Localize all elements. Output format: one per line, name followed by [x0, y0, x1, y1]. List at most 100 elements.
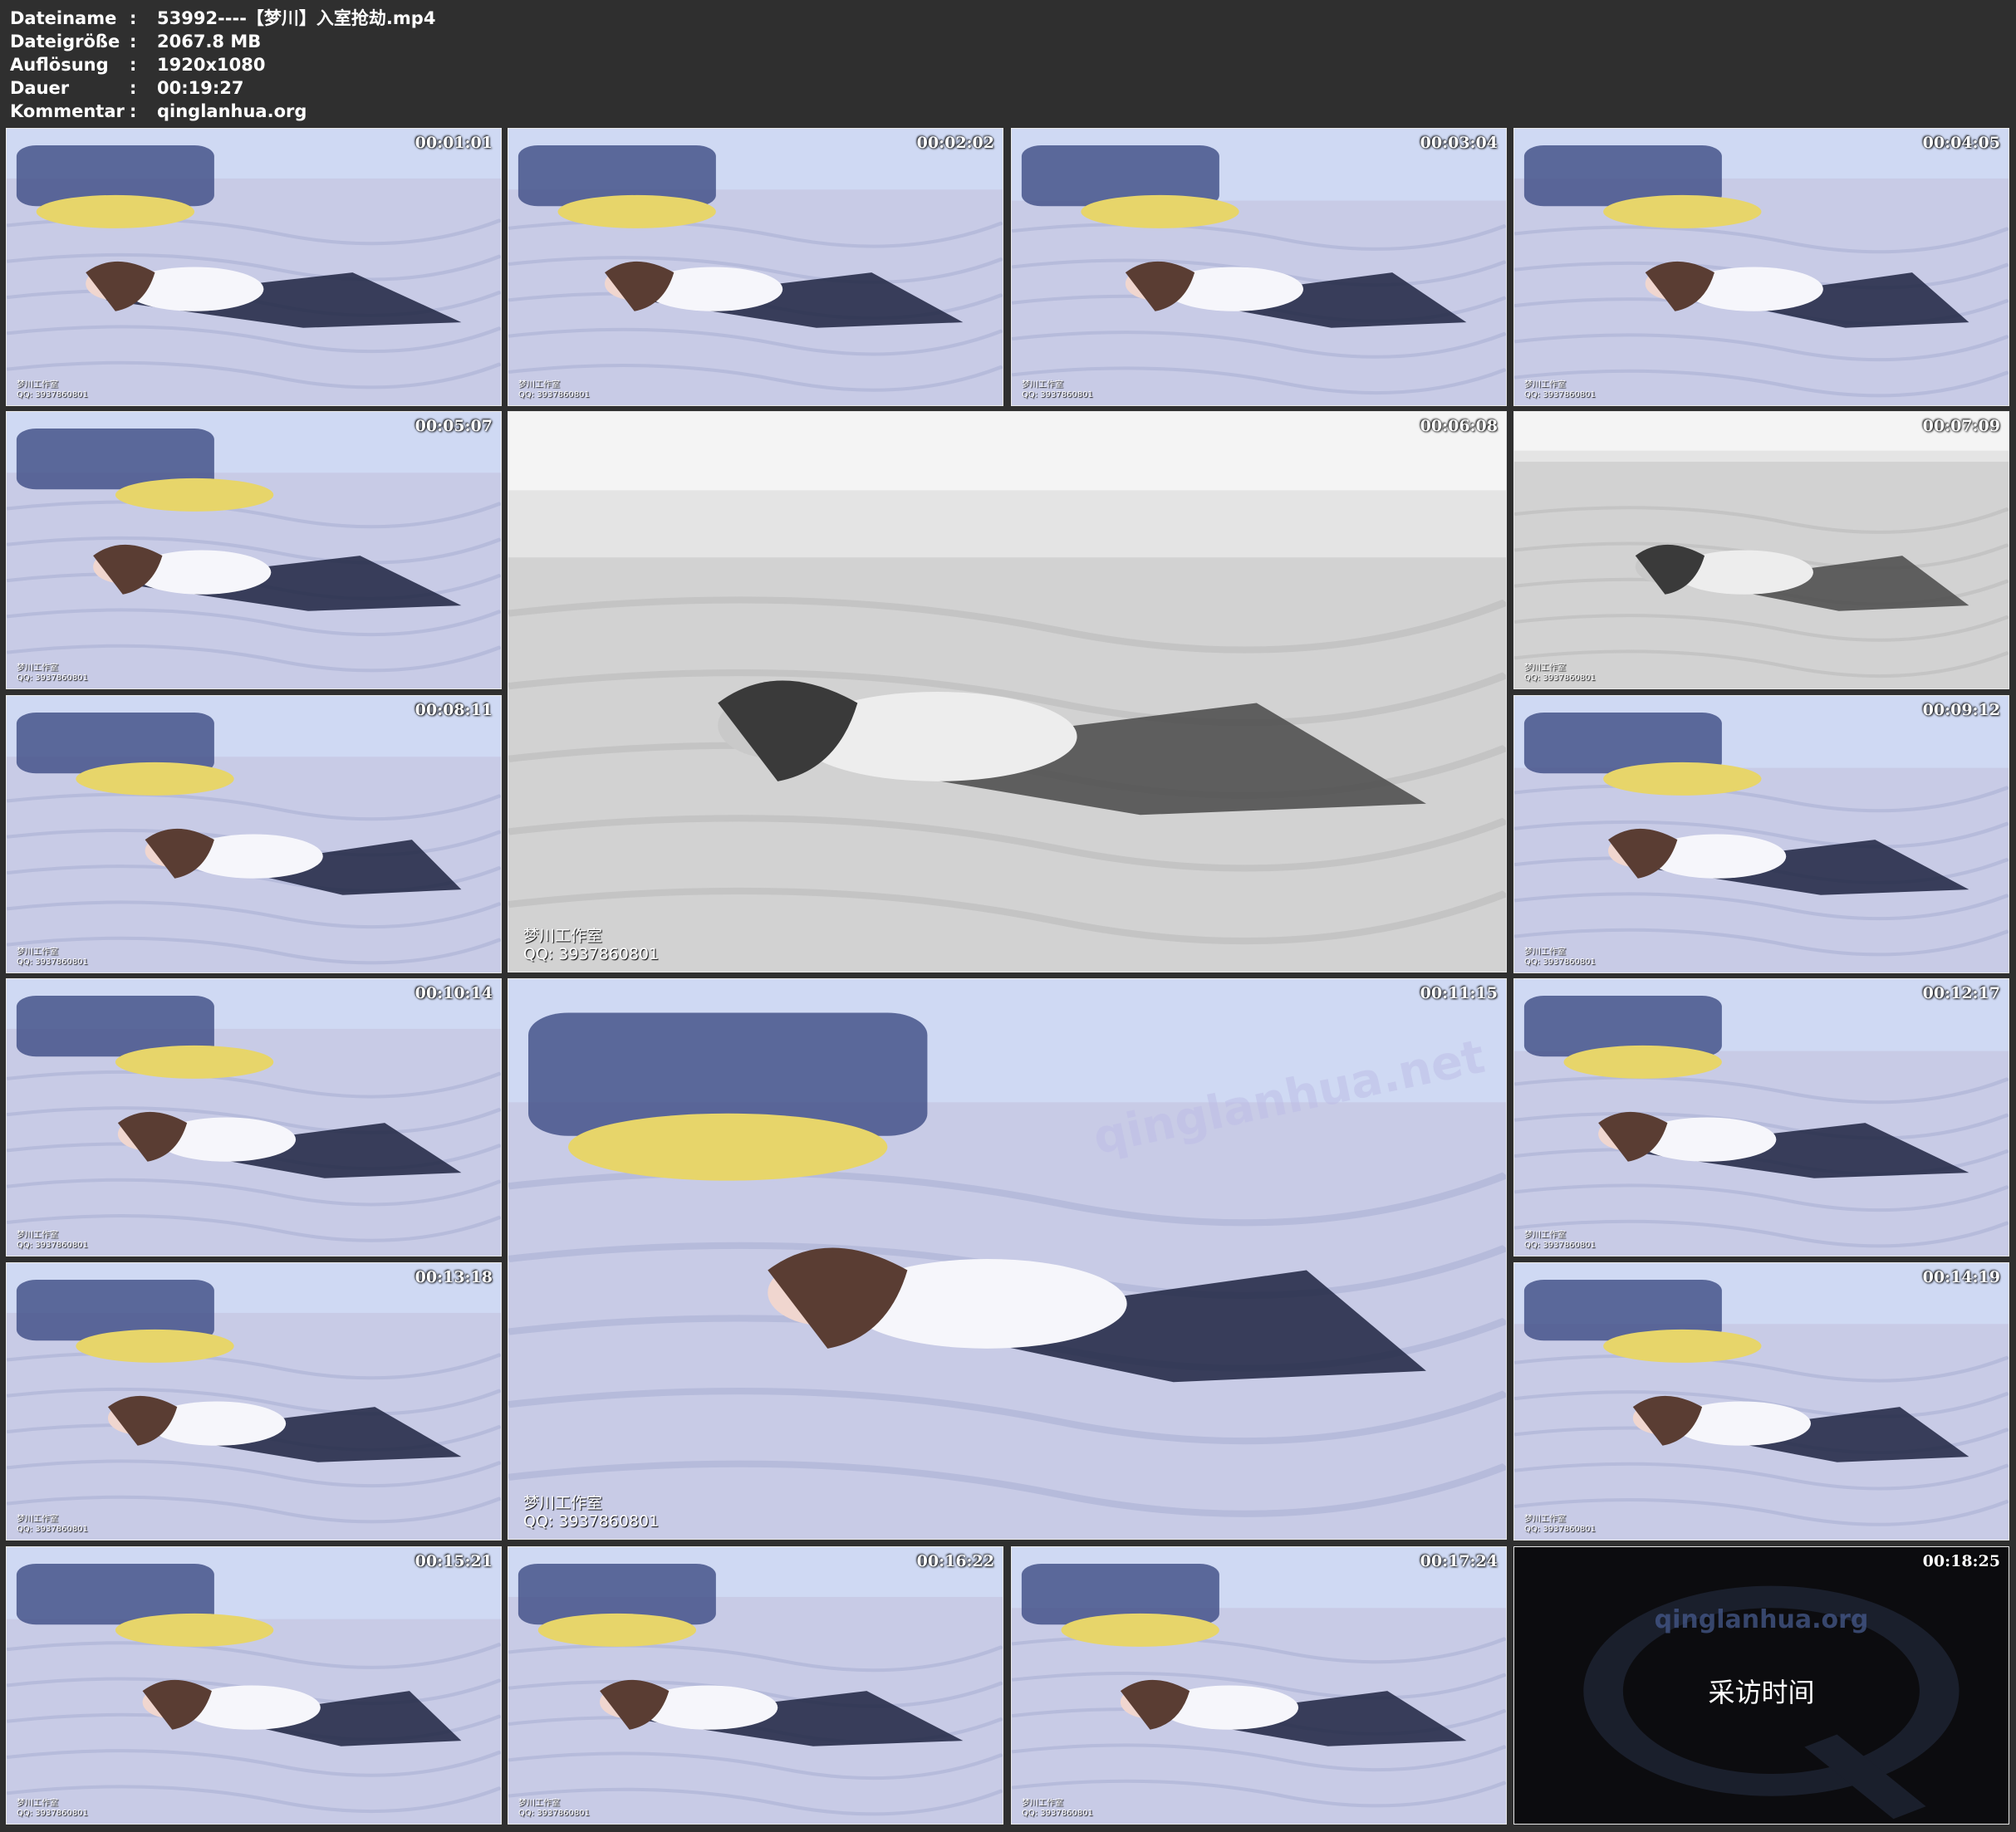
- frame-image: [7, 1547, 501, 1824]
- studio-name: 梦川工作室: [17, 1799, 58, 1808]
- studio-qq: QQ: 3937860801: [523, 1512, 660, 1531]
- frame-image: [1514, 129, 2009, 405]
- studio-watermark: 梦川工作室 QQ: 3937860801: [17, 1515, 88, 1535]
- video-thumbnail[interactable]: 梦川工作室 QQ: 3937860801 00:08:11: [6, 695, 502, 973]
- video-thumbnail[interactable]: 梦川工作室 QQ: 3937860801 qinglanhua.net 00:11:1…: [508, 978, 1507, 1540]
- frame-image: [1012, 1547, 1506, 1824]
- studio-name: 梦川工作室: [1524, 948, 1566, 957]
- info-value: 53992----【梦川】入室抢劫.mp4: [157, 8, 436, 28]
- timestamp: 00:05:07: [414, 417, 493, 435]
- studio-name: 梦川工作室: [1022, 380, 1063, 389]
- frame-image: [7, 412, 501, 688]
- studio-qq: QQ: 3937860801: [17, 958, 88, 967]
- studio-name: 梦川工作室: [518, 380, 560, 389]
- studio-name: 梦川工作室: [518, 1799, 560, 1808]
- studio-watermark: 梦川工作室 QQ: 3937860801: [17, 1799, 88, 1819]
- timestamp: 00:13:18: [414, 1268, 493, 1286]
- studio-watermark: 梦川工作室 QQ: 3937860801: [523, 927, 659, 963]
- studio-qq: QQ: 3937860801: [1022, 390, 1093, 399]
- studio-watermark: 梦川工作室 QQ: 3937860801: [17, 664, 88, 683]
- frame-image: [508, 1547, 1003, 1824]
- video-thumbnail[interactable]: 梦川工作室 QQ: 3937860801 00:10:14: [6, 978, 502, 1256]
- timestamp: 00:04:05: [1922, 134, 2000, 152]
- video-thumbnail[interactable]: 梦川工作室 QQ: 3937860801 00:07:09: [1513, 411, 2009, 689]
- studio-watermark: 梦川工作室 QQ: 3937860801: [518, 380, 590, 400]
- video-thumbnail[interactable]: 梦川工作室 QQ: 3937860801 00:03:04: [1011, 128, 1507, 406]
- info-separator: :: [130, 55, 137, 75]
- studio-qq: QQ: 3937860801: [17, 1241, 88, 1250]
- timestamp: 00:09:12: [1922, 701, 2000, 719]
- studio-qq: QQ: 3937860801: [518, 390, 590, 399]
- timestamp: 00:12:17: [1922, 984, 2000, 1002]
- studio-name: 梦川工作室: [17, 948, 58, 957]
- frame-image: [7, 979, 501, 1256]
- timestamp: 00:06:08: [1420, 417, 1498, 435]
- video-thumbnail[interactable]: 梦川工作室 QQ: 3937860801 00:13:18: [6, 1262, 502, 1541]
- video-thumbnail[interactable]: 梦川工作室 QQ: 3937860801 00:15:21: [6, 1546, 502, 1825]
- studio-qq: QQ: 3937860801: [518, 1809, 590, 1818]
- timestamp: 00:14:19: [1922, 1268, 2000, 1286]
- timestamp: 00:07:09: [1922, 417, 2000, 435]
- studio-qq: QQ: 3937860801: [1524, 674, 1596, 683]
- timestamp: 00:10:14: [414, 984, 493, 1002]
- end-card-title: 采访时间: [1708, 1677, 1815, 1708]
- studio-qq: QQ: 3937860801: [1022, 1809, 1093, 1818]
- video-thumbnail[interactable]: 梦川工作室 QQ: 3937860801 00:12:17: [1513, 978, 2009, 1256]
- info-separator: :: [130, 78, 137, 98]
- studio-name: 梦川工作室: [17, 1515, 58, 1524]
- video-thumbnail[interactable]: 梦川工作室 QQ: 3937860801 00:17:24: [1011, 1546, 1507, 1825]
- info-separator: :: [130, 101, 137, 121]
- studio-name: 梦川工作室: [1524, 380, 1566, 389]
- studio-watermark: 梦川工作室 QQ: 3937860801: [17, 948, 88, 967]
- studio-qq: QQ: 3937860801: [1524, 1241, 1596, 1250]
- video-thumbnail[interactable]: qinglanhua.org 采访时间 00:18:25: [1513, 1546, 2009, 1825]
- studio-qq: QQ: 3937860801: [1524, 1525, 1596, 1534]
- frame-image: [508, 129, 1003, 405]
- studio-name: 梦川工作室: [1524, 1231, 1566, 1240]
- video-thumbnail[interactable]: 梦川工作室 QQ: 3937860801 00:01:01: [6, 128, 502, 406]
- info-label: Dauer: [10, 78, 70, 98]
- timestamp: 00:17:24: [1420, 1552, 1498, 1570]
- studio-name: 梦川工作室: [17, 380, 58, 389]
- video-thumbnail[interactable]: 梦川工作室 QQ: 3937860801 00:02:02: [508, 128, 1003, 406]
- frame-image: [1514, 412, 2009, 688]
- frame-image: [1514, 979, 2009, 1256]
- video-thumbnail[interactable]: 梦川工作室 QQ: 3937860801 00:06:08: [508, 411, 1507, 972]
- timestamp: 00:03:04: [1420, 134, 1498, 152]
- studio-name: 梦川工作室: [1022, 1799, 1063, 1808]
- studio-name: 梦川工作室: [1524, 1515, 1566, 1524]
- studio-qq: QQ: 3937860801: [1524, 390, 1596, 399]
- video-thumbnail[interactable]: 梦川工作室 QQ: 3937860801 00:14:19: [1513, 1262, 2009, 1541]
- info-separator: :: [130, 32, 137, 51]
- studio-name: 梦川工作室: [1524, 664, 1566, 673]
- frame-image: [1012, 129, 1506, 405]
- timestamp: 00:18:25: [1922, 1552, 2000, 1570]
- studio-watermark: 梦川工作室 QQ: 3937860801: [1524, 948, 1596, 967]
- timestamp: 00:08:11: [414, 701, 493, 719]
- studio-watermark: 梦川工作室 QQ: 3937860801: [518, 1799, 590, 1819]
- frame-image: [7, 1263, 501, 1540]
- studio-watermark: 梦川工作室 QQ: 3937860801: [1022, 380, 1093, 400]
- studio-watermark: 梦川工作室 QQ: 3937860801: [17, 380, 88, 400]
- frame-image: [1514, 1263, 2009, 1540]
- studio-watermark: 梦川工作室 QQ: 3937860801: [1022, 1799, 1093, 1819]
- studio-qq: QQ: 3937860801: [523, 945, 660, 963]
- frame-image: [7, 129, 501, 405]
- studio-watermark: 梦川工作室 QQ: 3937860801: [17, 1231, 88, 1251]
- info-separator: :: [130, 8, 137, 28]
- info-label: Auflösung: [10, 55, 109, 75]
- video-thumbnail[interactable]: 梦川工作室 QQ: 3937860801 00:16:22: [508, 1546, 1003, 1825]
- studio-watermark: 梦川工作室 QQ: 3937860801: [1524, 1515, 1596, 1535]
- video-thumbnail[interactable]: 梦川工作室 QQ: 3937860801 00:05:07: [6, 411, 502, 689]
- studio-qq: QQ: 3937860801: [17, 390, 88, 399]
- video-thumbnail[interactable]: 梦川工作室 QQ: 3937860801 00:04:05: [1513, 128, 2009, 406]
- info-value: 2067.8 MB: [157, 32, 262, 51]
- info-label: Kommentar: [10, 101, 125, 121]
- studio-watermark: 梦川工作室 QQ: 3937860801: [523, 1494, 659, 1531]
- studio-watermark: 梦川工作室 QQ: 3937860801: [1524, 1231, 1596, 1251]
- studio-watermark: 梦川工作室 QQ: 3937860801: [1524, 380, 1596, 400]
- timestamp: 00:16:22: [916, 1552, 994, 1570]
- frame-image: [7, 696, 501, 972]
- info-value: qinglanhua.org: [157, 101, 307, 121]
- video-thumbnail[interactable]: 梦川工作室 QQ: 3937860801 00:09:12: [1513, 695, 2009, 973]
